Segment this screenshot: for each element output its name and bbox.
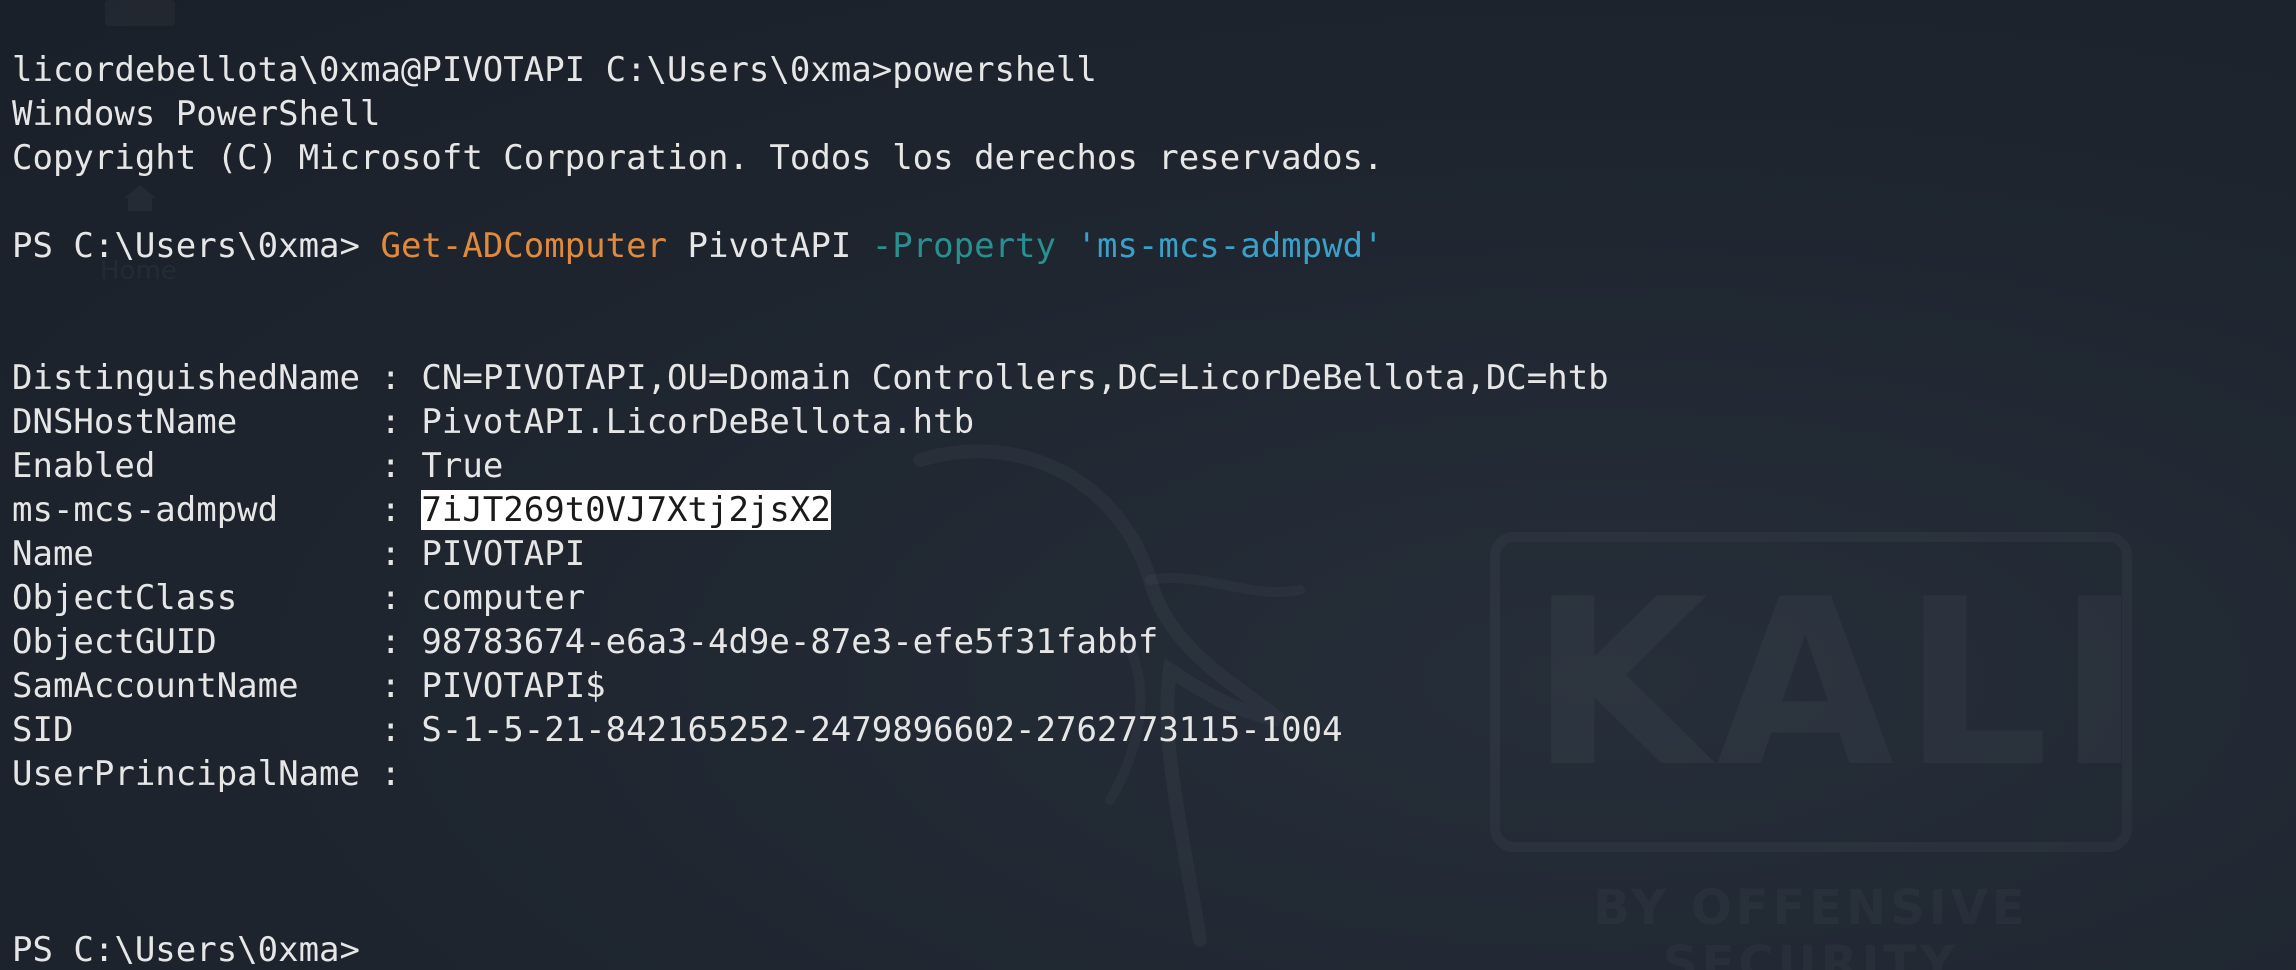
terminal-output[interactable]: licordebellota\0xma@PIVOTAPI C:\Users\0x… (12, 48, 1609, 970)
desktop-icon (105, 0, 175, 26)
property-value: CN=PIVOTAPI,OU=Domain Controllers,DC=Lic… (421, 358, 1609, 398)
property-key: DNSHostName : (12, 402, 422, 442)
current-prompt: PS C:\Users\0xma> (12, 930, 360, 970)
property-row: SamAccountName : PIVOTAPI$ (12, 664, 1609, 708)
property-key: Name : (12, 534, 422, 574)
property-value: PivotAPI.LicorDeBellota.htb (421, 402, 975, 442)
property-row: DistinguishedName : CN=PIVOTAPI,OU=Domai… (12, 356, 1609, 400)
property-row: Enabled : True (12, 444, 1609, 488)
terminal-line: Windows PowerShell (12, 92, 1609, 136)
property-value: S-1-5-21-842165252-2479896602-2762773115… (421, 710, 1343, 750)
terminal-line: licordebellota\0xma@PIVOTAPI C:\Users\0x… (12, 48, 1609, 92)
property-row: ObjectClass : computer (12, 576, 1609, 620)
prompt: PS C:\Users\0xma> (12, 226, 381, 266)
property-key: Enabled : (12, 446, 422, 486)
property-key: UserPrincipalName : (12, 754, 422, 794)
property-value: 98783674-e6a3-4d9e-87e3-efe5f31fabbf (421, 622, 1159, 662)
selected-password-value[interactable]: 7iJT269t0VJ7Xtj2jsX2 (421, 490, 831, 530)
property-key: SID : (12, 710, 422, 750)
terminal-line: Copyright (C) Microsoft Corporation. Tod… (12, 136, 1609, 180)
property-row: UserPrincipalName : (12, 752, 1609, 796)
property-value: True (421, 446, 504, 486)
property-key: ms-mcs-admpwd : (12, 490, 422, 530)
property-row: Name : PIVOTAPI (12, 532, 1609, 576)
property-key: SamAccountName : (12, 666, 422, 706)
line-text: Windows PowerShell (12, 94, 381, 134)
property-value: PIVOTAPI (421, 534, 586, 574)
property-key: ObjectGUID : (12, 622, 422, 662)
command-line: PS C:\Users\0xma> Get-ADComputer PivotAP… (12, 224, 1609, 268)
property-value: computer (421, 578, 586, 618)
string-literal: 'ms-mcs-admpwd' (1076, 226, 1384, 266)
property-key: DistinguishedName : (12, 358, 422, 398)
cmdlet: Get-ADComputer (380, 226, 668, 266)
argument: PivotAPI (667, 226, 872, 266)
terminal-window[interactable]: Home KALI BY OFFENSIVE SECURITY licordeb… (0, 0, 2296, 970)
line-text: licordebellota\0xma@PIVOTAPI C:\Users\0x… (12, 50, 1097, 90)
property-key: ObjectClass : (12, 578, 422, 618)
parameter: -Property (871, 226, 1056, 266)
property-value: PIVOTAPI$ (421, 666, 606, 706)
prompt-line[interactable]: PS C:\Users\0xma> (12, 928, 1609, 970)
kali-logo-text: KALI (1530, 570, 2110, 800)
property-row: DNSHostName : PivotAPI.LicorDeBellota.ht… (12, 400, 1609, 444)
property-row: SID : S-1-5-21-842165252-2479896602-2762… (12, 708, 1609, 752)
line-text: Copyright (C) Microsoft Corporation. Tod… (12, 138, 1384, 178)
property-row: ms-mcs-admpwd : 7iJT269t0VJ7Xtj2jsX2 (12, 488, 1609, 532)
property-row: ObjectGUID : 98783674-e6a3-4d9e-87e3-efe… (12, 620, 1609, 664)
